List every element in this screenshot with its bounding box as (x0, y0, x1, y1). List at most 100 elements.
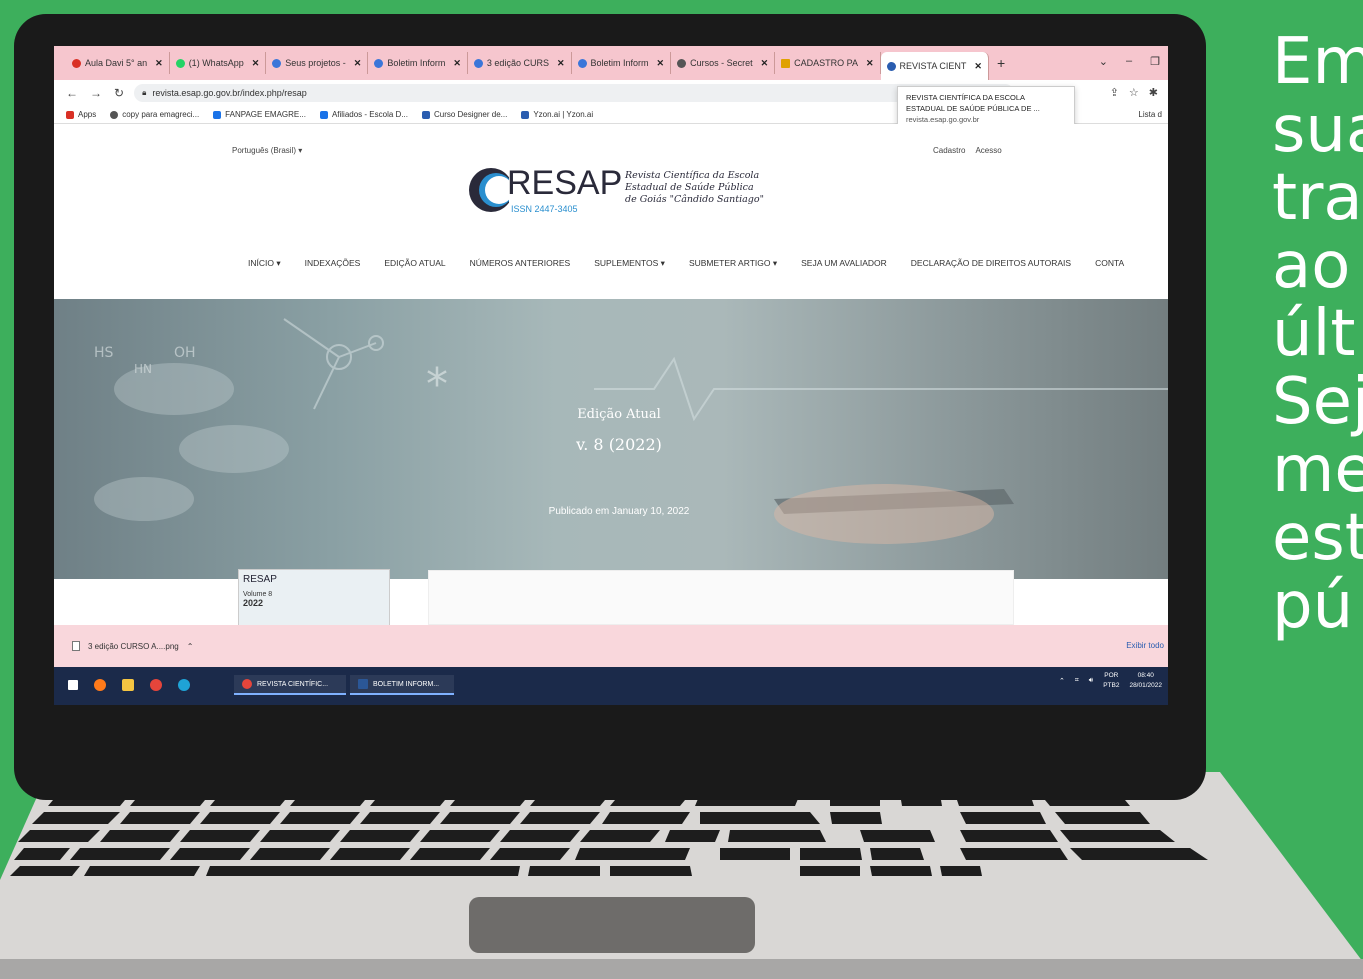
browser-tab[interactable]: Cursos - Secret ✕ (671, 52, 776, 74)
bookmark-label: FANPAGE EMAGRE... (225, 110, 306, 119)
new-tab-button[interactable]: + (997, 55, 1005, 71)
edge-icon[interactable] (178, 679, 190, 691)
network-icon[interactable]: ⌗ (1075, 677, 1079, 685)
download-bar: 3 edição CURSO A....png ⌃ Exibir todo (54, 625, 1168, 667)
chevron-up-icon[interactable]: ⌃ (187, 642, 194, 651)
whatsapp-icon (175, 58, 185, 68)
close-icon[interactable]: ✕ (761, 58, 769, 69)
nav-inicio[interactable]: INÍCIO ▾ (248, 258, 281, 269)
browser-tab[interactable]: Aula Davi 5° an ✕ (66, 52, 170, 74)
close-icon[interactable]: ✕ (252, 58, 260, 69)
close-icon[interactable]: ✕ (657, 58, 665, 69)
reload-icon[interactable]: ↻ (114, 86, 124, 100)
site-icon (781, 58, 791, 68)
svg-text:HS: HS (94, 345, 114, 361)
side-caption-line: pú (1272, 569, 1354, 643)
close-icon[interactable]: ✕ (974, 61, 982, 72)
star-icon[interactable]: ☆ (1129, 86, 1139, 99)
site-logo[interactable]: RESAP ISSN 2447-3405 Revista Científica … (469, 162, 769, 218)
nav-edicao-atual[interactable]: EDIÇÃO ATUAL (384, 258, 445, 269)
windows-start-icon[interactable] (68, 680, 78, 690)
extensions-icon[interactable]: ✱ (1149, 86, 1158, 99)
close-icon[interactable]: ✕ (354, 58, 362, 69)
site-icon (421, 110, 430, 119)
apps-grid-icon (66, 110, 74, 119)
nav-direitos-autorais[interactable]: DECLARAÇÃO DE DIREITOS AUTORAIS (911, 258, 1071, 269)
close-icon[interactable]: ✕ (557, 58, 565, 69)
logo-wordmark: RESAP (507, 164, 623, 202)
firefox-icon[interactable] (94, 679, 106, 691)
hero-title: Edição Atual (577, 407, 661, 422)
url-input[interactable]: 🔒︎ revista.esap.go.gov.br/index.php/resa… (134, 84, 1015, 102)
svg-text:OH: OH (174, 345, 196, 361)
language-selector[interactable]: Português (Brasil) ▾ (232, 146, 302, 155)
login-link[interactable]: Acesso (975, 146, 1001, 155)
cover-year: 2022 (243, 598, 264, 608)
back-icon[interactable]: ← (66, 86, 78, 100)
tab-label: Boletim Inform (590, 58, 649, 68)
chevron-down-icon[interactable]: ⌄ (1099, 55, 1108, 68)
hero-volume[interactable]: v. 8 (2022) (54, 435, 1168, 454)
tab-label: CADASTRO PA (794, 58, 858, 68)
nav-submeter-artigo[interactable]: SUBMETER ARTIGO ▾ (689, 258, 777, 269)
logo-desc-line: Estadual de Saúde Pública (625, 182, 754, 193)
browser-tab[interactable]: CADASTRO PA ✕ (775, 52, 881, 74)
side-caption: Em sua tra ao últ Sej me est pú (1272, 28, 1363, 640)
bookmark-item[interactable]: copy para emagreci... (110, 110, 199, 119)
show-all-downloads[interactable]: Exibir todo (1126, 641, 1164, 650)
bookmark-label: Curso Designer de... (433, 110, 508, 119)
browser-tab[interactable]: 3 edição CURS ✕ (468, 52, 572, 74)
clock-date: 28/01/2022 (1129, 682, 1162, 689)
browser-tab-active[interactable]: REVISTA CIENT ✕ (880, 52, 989, 80)
word-icon (358, 679, 368, 689)
browser-window: Aula Davi 5° an ✕ (1) WhatsApp ✕ Seus proj… (54, 46, 1168, 705)
taskbar-app-word[interactable]: BOLETIM INFORM... (350, 675, 454, 695)
share-icon[interactable]: ⇪ (1110, 86, 1119, 99)
file-explorer-icon[interactable] (122, 679, 134, 691)
bookmark-item[interactable]: Yzon.ai | Yzon.ai (521, 110, 593, 119)
window-controls: ⌄ – ❐ (1099, 55, 1160, 68)
close-icon[interactable]: ✕ (866, 58, 874, 69)
nav-contato[interactable]: CONTA (1095, 258, 1124, 269)
bookmark-label: Apps (78, 110, 97, 119)
tooltip-title: ESTADUAL DE SAÚDE PÚBLICA DE ... (906, 104, 1040, 113)
bookmark-label: copy para emagreci... (122, 110, 200, 119)
toolbar-icons: ⇪ ☆ ✱ (1110, 86, 1158, 99)
browser-tab[interactable]: (1) WhatsApp ✕ (170, 52, 267, 74)
clock[interactable]: 08:40 28/01/2022 (1129, 671, 1162, 691)
nav-numeros-anteriores[interactable]: NÚMEROS ANTERIORES (470, 258, 571, 269)
nav-seja-avaliador[interactable]: SEJA UM AVALIADOR (801, 258, 887, 269)
download-item[interactable]: 3 edição CURSO A....png ⌃ (72, 641, 193, 651)
browser-tab[interactable]: Boletim Inform ✕ (368, 52, 468, 74)
chrome-icon[interactable] (150, 679, 162, 691)
close-icon[interactable]: ✕ (453, 58, 461, 69)
nav-suplementos[interactable]: SUPLEMENTOS ▾ (594, 258, 665, 269)
volume-icon[interactable]: 🔊︎ (1089, 677, 1093, 685)
reading-list[interactable]: Lista d (1138, 110, 1162, 119)
nav-indexacoes[interactable]: INDEXAÇÕES (305, 258, 361, 269)
restore-icon[interactable]: ❐ (1150, 55, 1160, 68)
side-caption-line: sua (1272, 93, 1363, 167)
bookmark-item[interactable]: Afiliados - Escola D... (319, 110, 408, 119)
logo-desc-line: Revista Científica da Escola (625, 170, 760, 181)
browser-tab[interactable]: Seus projetos - ✕ (266, 52, 369, 74)
logo-description: Revista Científica da Escola Estadual de… (625, 170, 764, 206)
download-filename: 3 edição CURSO A....png (88, 641, 179, 651)
tab-label: Seus projetos - (285, 58, 346, 68)
chevron-up-icon[interactable]: ⌃ (1059, 677, 1065, 685)
minimize-icon[interactable]: – (1126, 55, 1132, 68)
register-link[interactable]: Cadastro (933, 146, 965, 155)
bookmark-item[interactable]: FANPAGE EMAGRE... (213, 110, 306, 119)
taskbar-pinned (68, 679, 190, 691)
forward-icon[interactable]: → (90, 86, 102, 100)
bookmark-apps[interactable]: Apps (66, 110, 96, 119)
issue-content-card (428, 570, 1014, 625)
close-icon[interactable]: ✕ (155, 58, 163, 69)
input-language[interactable]: POR PTB2 (1103, 671, 1119, 691)
bookmark-item[interactable]: Curso Designer de... (421, 110, 508, 119)
browser-tab[interactable]: Boletim Inform ✕ (572, 52, 672, 74)
issue-cover[interactable]: RESAP Volume 8 2022 (238, 569, 390, 629)
gmail-icon (72, 58, 81, 68)
site-header: Português (Brasil) ▾ Cadastro Acesso RES… (54, 124, 1168, 299)
taskbar-app-chrome[interactable]: REVISTA CIENTÍFIC... (234, 675, 346, 695)
